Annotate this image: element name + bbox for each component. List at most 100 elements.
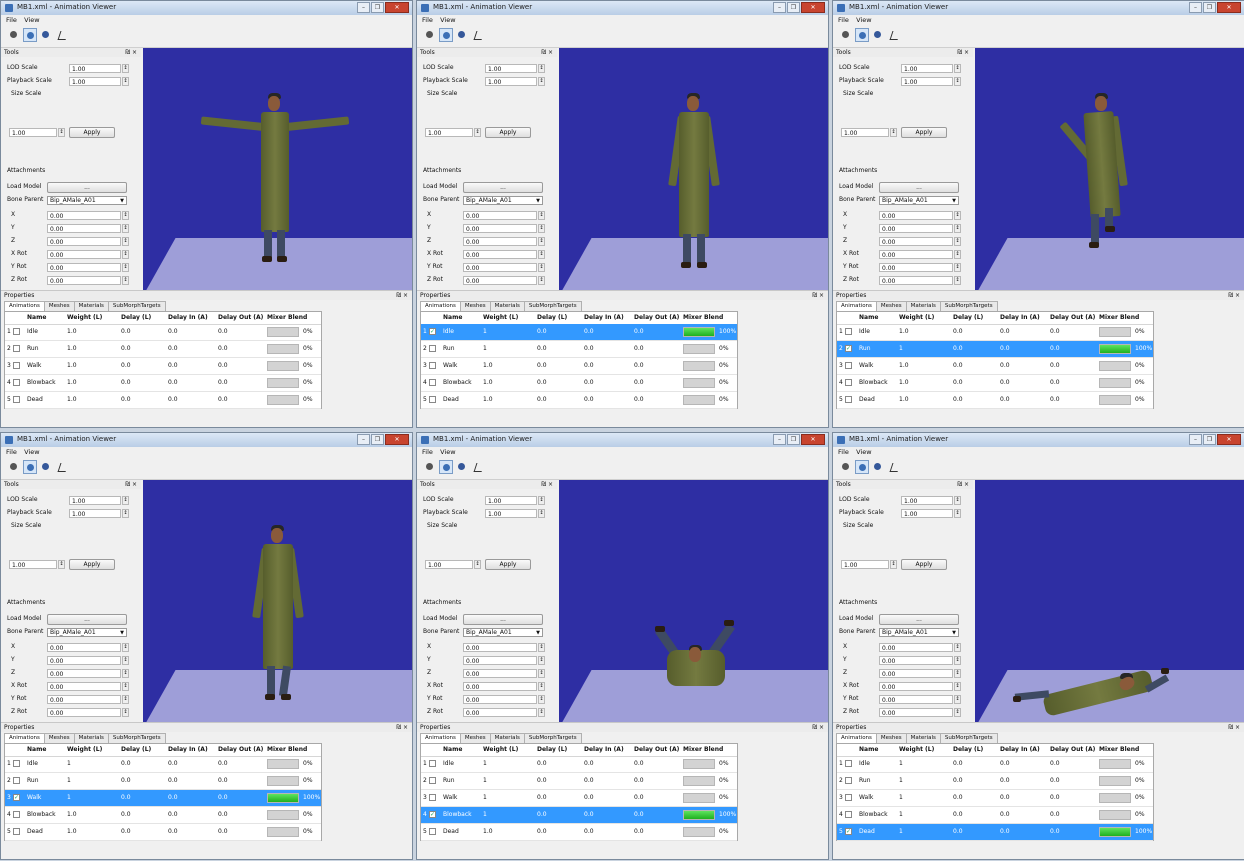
table-row[interactable]: 3 Walk 1.0 0.0 0.0 0.0 0% [837,358,1153,375]
col-delay[interactable]: Delay (L) [121,744,151,756]
tab-materials[interactable]: Materials [73,301,109,311]
row-checkbox[interactable] [845,777,852,784]
3d-viewport[interactable] [975,480,1244,728]
col-delay-out[interactable]: Delay Out (A) [1050,744,1095,756]
coord-spinner-3[interactable]: ↕ [122,669,129,678]
lod-scale-input[interactable]: 1.00 [485,496,537,505]
col-mixer-blend[interactable]: Mixer Blend [1099,744,1139,756]
playback-scale-spinner[interactable]: ↕ [954,77,961,86]
cell-delay[interactable]: 0.0 [953,375,963,391]
cell-delay-out[interactable]: 0.0 [634,375,644,391]
cell-weight[interactable]: 1.0 [899,375,909,391]
size-scale-spinner[interactable]: ↕ [58,128,65,137]
minimize-button[interactable]: – [357,434,370,445]
row-checkbox[interactable] [845,396,852,403]
cell-delay-in[interactable]: 0.0 [584,807,594,823]
apply-button[interactable]: Apply [69,127,115,138]
col-weight[interactable]: Weight (L) [899,744,934,756]
cell-weight[interactable]: 1 [67,756,71,772]
coord-input-5[interactable]: 0.00 [879,263,953,272]
bone-parent-select[interactable]: Bip_AMale_A01 ▼ [47,628,127,637]
maximize-button[interactable]: ❐ [1203,434,1216,445]
cell-delay[interactable]: 0.0 [121,375,131,391]
coord-input-4[interactable]: 0.00 [463,250,537,259]
cell-delay[interactable]: 0.0 [953,807,963,823]
cell-delay[interactable]: 0.0 [953,773,963,789]
tab-animations[interactable]: Animations [4,301,45,311]
mixer-blend-bar[interactable] [683,776,715,786]
cell-weight[interactable]: 1.0 [67,375,77,391]
sphere-tool-button[interactable] [423,28,437,42]
col-delay[interactable]: Delay (L) [121,312,151,324]
coord-input-1[interactable]: 0.00 [47,643,121,652]
playback-scale-spinner[interactable]: ↕ [954,509,961,518]
table-row[interactable]: 5 ✓ Dead 1 0.0 0.0 0.0 100% [837,824,1153,841]
playback-scale-input[interactable]: 1.00 [901,509,953,518]
mixer-blend-bar[interactable] [1099,361,1131,371]
cell-delay[interactable]: 0.0 [537,358,547,374]
col-weight[interactable]: Weight (L) [483,312,518,324]
maximize-button[interactable]: ❐ [787,2,800,13]
tab-meshes[interactable]: Meshes [459,301,491,311]
cell-delay[interactable]: 0.0 [121,824,131,840]
coord-spinner-1[interactable]: ↕ [954,211,961,220]
coord-input-3[interactable]: 0.00 [879,669,953,678]
cell-delay[interactable]: 0.0 [537,341,547,357]
mixer-blend-bar[interactable] [1099,327,1131,337]
table-row[interactable]: 4 Blowback 1.0 0.0 0.0 0.0 0% [837,375,1153,392]
tab-animations[interactable]: Animations [4,733,45,743]
coord-input-5[interactable]: 0.00 [47,695,121,704]
cell-delay-out[interactable]: 0.0 [1050,824,1060,840]
cell-delay-in[interactable]: 0.0 [168,392,178,408]
coord-spinner-6[interactable]: ↕ [122,708,129,717]
cell-weight[interactable]: 1 [483,341,487,357]
load-model-button[interactable]: ... [463,182,543,193]
col-name[interactable]: Name [443,312,462,324]
coord-input-2[interactable]: 0.00 [879,224,953,233]
cell-delay[interactable]: 0.0 [537,824,547,840]
coord-spinner-3[interactable]: ↕ [122,237,129,246]
coord-spinner-2[interactable]: ↕ [122,656,129,665]
coord-input-4[interactable]: 0.00 [47,250,121,259]
coord-input-2[interactable]: 0.00 [47,656,121,665]
sphere-tool-button[interactable] [7,460,21,474]
mixer-blend-bar[interactable] [267,810,299,820]
dock-controls[interactable]: ₪ × [541,48,553,57]
cell-delay-out[interactable]: 0.0 [218,341,228,357]
mixer-blend-bar[interactable] [267,395,299,405]
coord-input-6[interactable]: 0.00 [879,708,953,717]
col-name[interactable]: Name [27,312,46,324]
row-checkbox[interactable] [845,328,852,335]
apply-button[interactable]: Apply [485,127,531,138]
3d-viewport[interactable] [143,480,412,728]
coord-spinner-1[interactable]: ↕ [954,643,961,652]
coord-input-6[interactable]: 0.00 [879,276,953,285]
lod-scale-spinner[interactable]: ↕ [954,496,961,505]
3d-viewport[interactable] [559,48,828,296]
cell-delay[interactable]: 0.0 [121,773,131,789]
coord-input-6[interactable]: 0.00 [463,708,537,717]
tab-meshes[interactable]: Meshes [875,733,907,743]
col-mixer-blend[interactable]: Mixer Blend [267,744,307,756]
lod-scale-spinner[interactable]: ↕ [538,496,545,505]
cell-weight[interactable]: 1.0 [899,392,909,408]
coord-input-5[interactable]: 0.00 [463,263,537,272]
cell-delay[interactable]: 0.0 [537,756,547,772]
minimize-button[interactable]: – [773,434,786,445]
cell-weight[interactable]: 1 [67,773,71,789]
menu-file[interactable]: File [838,15,849,25]
cell-weight[interactable]: 1.0 [483,358,493,374]
lod-scale-spinner[interactable]: ↕ [122,496,129,505]
row-checkbox[interactable] [13,345,20,352]
title-bar[interactable]: MB1.xml - Animation Viewer – ❐ ✕ [417,433,828,447]
bone-parent-select[interactable]: Bip_AMale_A01 ▼ [879,196,959,205]
tab-meshes[interactable]: Meshes [459,733,491,743]
cell-delay[interactable]: 0.0 [121,324,131,340]
dock-controls[interactable]: ₪ × [125,480,137,489]
cell-delay-in[interactable]: 0.0 [168,375,178,391]
bone-parent-select[interactable]: Bip_AMale_A01 ▼ [463,196,543,205]
col-delay-out[interactable]: Delay Out (A) [634,312,679,324]
table-row[interactable]: 5 Dead 1.0 0.0 0.0 0.0 0% [421,824,737,841]
cell-delay-in[interactable]: 0.0 [584,341,594,357]
cell-delay[interactable]: 0.0 [537,392,547,408]
